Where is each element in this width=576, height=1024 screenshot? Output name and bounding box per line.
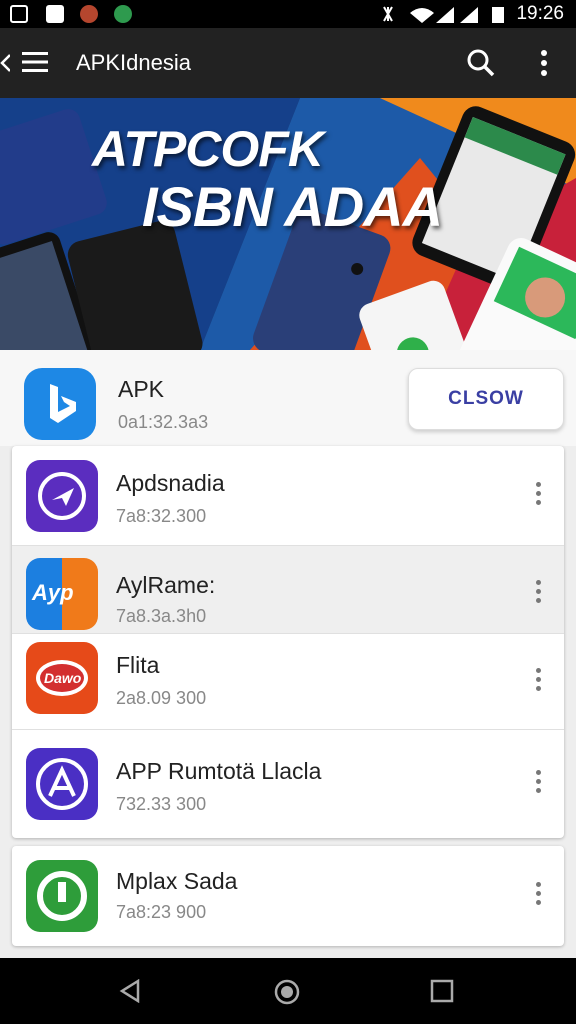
status-icons	[383, 6, 504, 23]
item-menu-icon[interactable]	[532, 770, 544, 798]
wifi-icon	[410, 8, 434, 23]
banner-headline-1: ATPCOFK	[92, 121, 324, 177]
bing-logo-icon	[50, 384, 76, 423]
app-icon	[26, 460, 98, 532]
app-meta: 2a8.09 300	[116, 688, 207, 708]
featured-app-row[interactable]: APK 0a1:32.3a3 CLSOW	[0, 350, 576, 446]
green-notification-icon	[114, 5, 132, 23]
app-name: Apdsnadia	[116, 470, 225, 496]
list-item[interactable]: Ayp AylRame: 7a8.3a.3h0	[12, 546, 564, 634]
back-nav-icon[interactable]	[118, 979, 142, 1003]
item-menu-icon[interactable]	[532, 882, 544, 910]
app-title: APKIdnesia	[76, 50, 191, 75]
system-nav-bar	[0, 958, 576, 1024]
list-item[interactable]: Dawo Flita 2a8.09 300	[12, 634, 564, 730]
search-icon[interactable]	[466, 48, 496, 78]
app-icon: Dawo	[26, 642, 98, 714]
featured-app-meta: 0a1:32.3a3	[118, 412, 209, 432]
featured-action-button[interactable]: CLSOW	[408, 368, 564, 430]
status-time: 19:26	[516, 3, 564, 24]
app-meta: 732.33 300	[116, 794, 207, 814]
status-bar: 19:26	[0, 0, 576, 28]
list-item[interactable]: Mplax Sada 7a8:23 900	[12, 846, 564, 946]
app-icon-label: Dawo	[44, 670, 82, 686]
more-vert-icon[interactable]	[538, 49, 550, 77]
home-nav-icon[interactable]	[274, 979, 300, 1005]
app-name: AylRame:	[116, 572, 216, 598]
d-notification-icon	[80, 5, 98, 23]
app-name: Mplax Sada	[116, 868, 238, 894]
app-bar: APKIdnesia	[0, 28, 576, 98]
item-menu-icon[interactable]	[532, 668, 544, 696]
arrow-badge-icon	[38, 472, 86, 520]
app-meta: 7a8:23 900	[116, 902, 207, 922]
item-menu-icon[interactable]	[532, 580, 544, 608]
app-icon-label: Ayp	[32, 580, 74, 605]
list-item[interactable]: APP Rumtotä Llacla 732.33 300	[12, 730, 564, 838]
app-list-card-2: Mplax Sada 7a8:23 900	[12, 846, 564, 946]
signal-2-icon	[460, 7, 478, 23]
gallery-notification-icon	[10, 5, 28, 23]
item-menu-icon[interactable]	[532, 482, 544, 510]
app-name: Flita	[116, 652, 160, 678]
featured-app-icon	[24, 368, 96, 440]
list-item[interactable]: Apdsnadia 7a8:32.300	[12, 446, 564, 546]
hamburger-icon[interactable]	[22, 51, 48, 73]
app-icon	[26, 748, 98, 820]
battery-icon	[492, 7, 504, 23]
app-meta: 7a8:32.300	[116, 506, 207, 526]
app-name: APP Rumtotä Llacla	[116, 758, 322, 784]
app-icon: Ayp	[26, 558, 98, 630]
promo-banner[interactable]: ATPCOFK ISBN ADAA	[0, 98, 576, 350]
vibrate-icon	[383, 6, 393, 22]
signal-icon	[436, 7, 454, 23]
a-logo-icon	[36, 758, 88, 810]
back-arrow-icon[interactable]	[0, 54, 10, 72]
refresh-badge-icon	[37, 871, 87, 921]
app-notification-icon	[46, 5, 64, 23]
app-meta: 7a8.3a.3h0	[116, 606, 207, 626]
featured-app-name: APK	[118, 376, 165, 402]
app-icon	[26, 860, 98, 932]
app-list-card: Apdsnadia 7a8:32.300 Ayp AylRame: 7a8.3a…	[12, 446, 564, 838]
banner-headline-2: ISBN ADAA	[142, 175, 443, 238]
recents-nav-icon[interactable]	[430, 979, 454, 1003]
